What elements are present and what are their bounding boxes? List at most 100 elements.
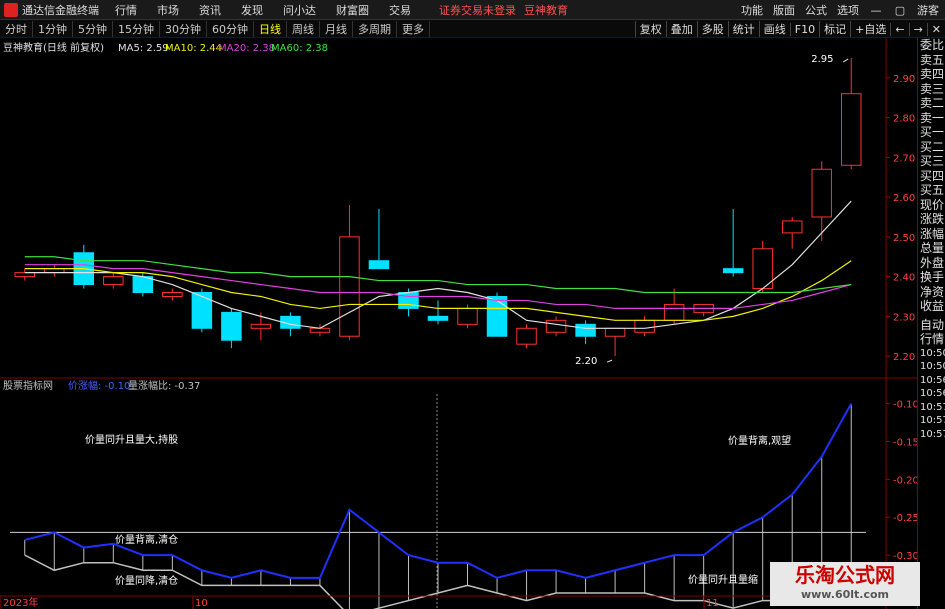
price-marker-label: 2.20 (575, 356, 597, 367)
candle-body[interactable] (368, 260, 390, 270)
times-4: 10:57 (920, 401, 945, 413)
period-toolbar: 分时 1分钟 5分钟 15分钟 30分钟 60分钟 日线 周线 月线 多周期 更… (0, 20, 945, 38)
times-2: 10:56 (920, 374, 945, 386)
tool-multi-stock[interactable]: 多股 (696, 21, 728, 37)
auto-quote-list: 自动 行情 (918, 318, 945, 347)
menu-trade[interactable]: 交易 (389, 2, 411, 18)
items-0: 委比 (920, 38, 945, 52)
period-intraday[interactable]: 分时 (0, 20, 33, 37)
period-60min[interactable]: 60分钟 (207, 20, 254, 37)
candle-body[interactable] (811, 168, 832, 218)
menu-ask[interactable]: 问小达 (283, 2, 316, 18)
maximize-icon[interactable]: ▢ (893, 4, 907, 17)
menu-layout[interactable]: 版面 (773, 2, 795, 18)
stock-name-title: 豆神教育 (524, 3, 568, 17)
candle-body[interactable] (191, 292, 213, 329)
main-chart-title: 豆神教育(日线 前复权) (3, 41, 104, 54)
times-5: 10:57 (920, 415, 945, 426)
candle-body[interactable] (162, 292, 183, 297)
candle-body[interactable] (722, 268, 744, 274)
tool-f10[interactable]: F10 (789, 22, 819, 36)
candle-body[interactable] (634, 319, 655, 333)
close-icon[interactable]: ✕ (926, 22, 945, 36)
times-1: 10:50 (920, 361, 945, 372)
back-arrow-icon[interactable]: ← (890, 22, 908, 36)
tick-time-list: 10:50 10:50 10:56 10:56 10:57 10:57 10:57 (918, 347, 945, 442)
signal-label: 价量背离,观望 (728, 434, 791, 447)
candle-body[interactable] (250, 323, 272, 329)
xtick-label: 2023年 (3, 596, 38, 609)
items-8: 买三 (920, 154, 945, 168)
period-15min[interactable]: 15分钟 (113, 20, 160, 37)
quote-panel: 委比 卖五 卖四 卖三 卖二 卖一 买一 买二 买三 买四 买五 现价 涨跌 涨幅 总量 外盘 换手 净资 收益 自… (917, 38, 945, 609)
items-4: 卖二 (920, 96, 945, 110)
menu-market[interactable]: 市场 (157, 2, 179, 18)
menu-quotes[interactable]: 行情 (115, 2, 137, 18)
login-status[interactable]: 证券交易未登录 (439, 2, 516, 18)
forward-arrow-icon[interactable]: → (908, 22, 927, 36)
candle-body[interactable] (457, 307, 478, 325)
period-1min[interactable]: 1分钟 (33, 20, 73, 37)
tool-statistics[interactable]: 统计 (727, 21, 759, 37)
candle-body[interactable] (516, 327, 537, 345)
sub-ytick-label: -0.25 (893, 513, 917, 524)
candle-body[interactable] (427, 315, 449, 321)
watermark-logo: 乐淘公式网 www.60lt.com (770, 562, 920, 606)
signal-label: 价量同升且量大,持股 (85, 433, 178, 446)
period-more[interactable]: 更多 (397, 20, 430, 37)
minimize-icon[interactable]: — (869, 4, 883, 17)
menu-options[interactable]: 选项 (837, 2, 859, 18)
items-10: 买五 (920, 183, 945, 197)
tool-add-watchlist[interactable]: +自选 (850, 21, 890, 37)
xtick-label: 11 (706, 598, 719, 609)
main-ytick-label: 2.90 (893, 74, 915, 85)
tool-mark[interactable]: 标记 (819, 21, 850, 37)
main-ytick-label: 2.70 (893, 153, 915, 164)
candle-body[interactable] (575, 323, 596, 337)
tool-adjust[interactable]: 复权 (634, 21, 666, 37)
menu-functions[interactable]: 功能 (741, 2, 763, 18)
watermark-title: 乐淘公式网 (795, 563, 895, 587)
times-6: 10:57 (920, 428, 945, 440)
sub-ytick-label: -0.30 (893, 551, 917, 562)
period-30min[interactable]: 30分钟 (160, 20, 207, 37)
period-monthly[interactable]: 月线 (320, 20, 353, 37)
period-weekly[interactable]: 周线 (287, 20, 320, 37)
items-5: 卖一 (920, 110, 945, 125)
period-5min[interactable]: 5分钟 (73, 20, 113, 37)
guest-label[interactable]: 游客 (917, 2, 939, 18)
candle-body[interactable] (781, 220, 803, 234)
app-title: 通达信金融终端 (22, 3, 99, 17)
items-7: 买二 (920, 139, 945, 154)
chart-tools: 复权 叠加 多股 统计 画线 F10 标记 +自选 ← → ✕ (634, 20, 945, 38)
candle-body[interactable] (841, 93, 862, 166)
candle-body[interactable] (398, 292, 419, 309)
main-ytick-label: 2.60 (893, 193, 915, 204)
candle-body[interactable] (604, 327, 626, 337)
chart-area[interactable]: 2.20 2.30 2.40 2.50 2.60 2.70 2.80 2.90 2.95 2.20… (0, 38, 917, 609)
tool-overlay[interactable]: 叠加 (665, 21, 697, 37)
candle-body[interactable] (103, 276, 124, 286)
menu-discover[interactable]: 发现 (241, 2, 263, 18)
items-17: 净资 (920, 284, 945, 299)
main-ytick-label: 2.40 (893, 273, 915, 284)
candle-body[interactable] (545, 319, 567, 333)
menu-formula[interactable]: 公式 (805, 2, 827, 18)
main-ytick-label: 2.50 (893, 233, 915, 244)
menu-bar: 通达信金融终端 行情 市场 资讯 发现 问小达 财富圈 交易 证券交易未登录 豆… (0, 0, 945, 20)
candle-body[interactable] (486, 295, 508, 337)
candle-body[interactable] (221, 311, 242, 341)
items-3: 卖三 (920, 81, 945, 96)
period-multi[interactable]: 多周期 (353, 20, 397, 37)
app-logo-icon (4, 2, 18, 17)
period-daily[interactable]: 日线 (254, 20, 287, 37)
menu-news[interactable]: 资讯 (199, 2, 221, 18)
items-18: 收益 (920, 299, 945, 313)
tool-draw[interactable]: 画线 (758, 21, 790, 37)
items-13: 涨幅 (920, 226, 945, 241)
candle-body[interactable] (339, 236, 360, 337)
candle-body[interactable] (663, 303, 685, 321)
ma10-label: MA10: 2.44 (165, 43, 222, 54)
items2-0: 自动 (920, 317, 945, 332)
menu-wealth[interactable]: 财富圈 (336, 2, 369, 18)
